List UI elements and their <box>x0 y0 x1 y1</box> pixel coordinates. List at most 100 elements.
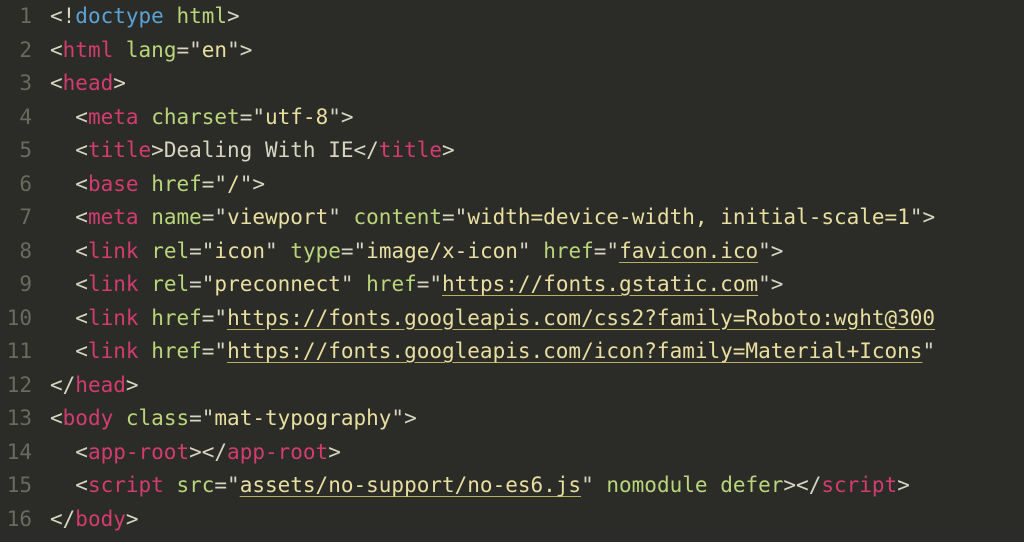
token-punct <box>139 272 152 296</box>
token-punct: </ <box>353 138 378 162</box>
token-attr: charset <box>151 105 240 129</box>
token-punct: " <box>518 239 543 263</box>
code-content[interactable]: </head> <box>50 373 1024 397</box>
token-punct: < <box>50 406 63 430</box>
token-punct: </ <box>50 373 75 397</box>
token-punct: < <box>50 38 63 62</box>
code-content[interactable]: </body> <box>50 507 1024 531</box>
token-punct: < <box>75 105 88 129</box>
token-punct <box>139 105 152 129</box>
token-punct: ></ <box>783 473 821 497</box>
code-line[interactable]: 2<html lang="en"> <box>0 38 1024 72</box>
token-string: mat-typography <box>214 406 391 430</box>
token-string: preconnect <box>214 272 340 296</box>
code-content[interactable]: <link rel="preconnect" href="https://fon… <box>50 272 1024 296</box>
code-content[interactable]: <link rel="icon" type="image/x-icon" hre… <box>50 239 1024 263</box>
token-punct: </ <box>50 507 75 531</box>
token-punct: =" <box>417 272 442 296</box>
code-line[interactable]: 9 <link rel="preconnect" href="https://f… <box>0 272 1024 306</box>
code-editor[interactable]: 1<!doctype html>2<html lang="en">3<head>… <box>0 0 1024 540</box>
token-punct: " <box>341 272 366 296</box>
token-punct: < <box>75 138 88 162</box>
line-number: 6 <box>0 172 50 196</box>
token-punct: =" <box>442 205 467 229</box>
token-attr: src <box>176 473 214 497</box>
token-punct: "> <box>227 38 252 62</box>
code-content[interactable]: <title>Dealing With IE</title> <box>50 138 1024 162</box>
token-string: https://fonts.gstatic.com <box>442 272 758 296</box>
token-punct <box>113 38 126 62</box>
line-number: 8 <box>0 239 50 263</box>
token-tag: link <box>88 239 139 263</box>
token-punct: > <box>897 473 910 497</box>
code-line[interactable]: 6 <base href="/"> <box>0 172 1024 206</box>
token-punct: < <box>75 172 88 196</box>
code-line[interactable]: 4 <meta charset="utf-8"> <box>0 105 1024 139</box>
token-punct: > <box>126 373 139 397</box>
token-string: favicon.ico <box>619 239 758 263</box>
code-content[interactable]: <app-root></app-root> <box>50 440 1024 464</box>
token-string: assets/no-support/no-es6.js <box>240 473 581 497</box>
code-line[interactable]: 1<!doctype html> <box>0 4 1024 38</box>
token-punct <box>164 4 177 28</box>
line-number: 16 <box>0 507 50 531</box>
token-tag: app-root <box>227 440 328 464</box>
code-line[interactable]: 16</body> <box>0 507 1024 541</box>
code-content[interactable]: <!doctype html> <box>50 4 1024 28</box>
line-number: 7 <box>0 205 50 229</box>
code-line[interactable]: 7 <meta name="viewport" content="width=d… <box>0 205 1024 239</box>
token-punct: < <box>75 205 88 229</box>
line-number: 14 <box>0 440 50 464</box>
code-line[interactable]: 8 <link rel="icon" type="image/x-icon" h… <box>0 239 1024 273</box>
token-punct: " <box>922 339 935 363</box>
code-line[interactable]: 15 <script src="assets/no-support/no-es6… <box>0 473 1024 507</box>
token-tag: html <box>63 38 114 62</box>
token-attr: content <box>354 205 443 229</box>
line-number: 4 <box>0 105 50 129</box>
token-punct: <! <box>50 4 75 28</box>
line-number: 3 <box>0 71 50 95</box>
token-punct: < <box>75 239 88 263</box>
code-line[interactable]: 3<head> <box>0 71 1024 105</box>
token-attr: href <box>151 172 202 196</box>
token-punct: =" <box>202 306 227 330</box>
line-number: 12 <box>0 373 50 397</box>
token-punct: =" <box>594 239 619 263</box>
token-tag: script <box>821 473 897 497</box>
token-attr: href <box>151 306 202 330</box>
token-punct <box>113 406 126 430</box>
token-punct: =" <box>202 205 227 229</box>
code-content[interactable]: <meta name="viewport" content="width=dev… <box>50 205 1024 229</box>
line-number: 10 <box>0 306 50 330</box>
token-punct: "> <box>910 205 935 229</box>
code-line[interactable]: 5 <title>Dealing With IE</title> <box>0 138 1024 172</box>
token-string: icon <box>214 239 265 263</box>
token-attr: rel <box>151 239 189 263</box>
token-tag: title <box>379 138 442 162</box>
code-line[interactable]: 10 <link href="https://fonts.googleapis.… <box>0 306 1024 340</box>
code-content[interactable]: <base href="/"> <box>50 172 1024 196</box>
token-punct: > <box>126 507 139 531</box>
token-punct: =" <box>202 339 227 363</box>
token-punct: < <box>75 339 88 363</box>
code-content[interactable]: <script src="assets/no-support/no-es6.js… <box>50 473 1024 497</box>
line-number: 9 <box>0 272 50 296</box>
token-tag: head <box>63 71 114 95</box>
token-string: https://fonts.googleapis.com/icon?family… <box>227 339 922 363</box>
code-content[interactable]: <html lang="en"> <box>50 38 1024 62</box>
code-line[interactable]: 13<body class="mat-typography"> <box>0 406 1024 440</box>
token-punct: > <box>113 71 126 95</box>
code-content[interactable]: <link href="https://fonts.googleapis.com… <box>50 306 1024 330</box>
token-punct: =" <box>240 105 265 129</box>
code-line[interactable]: 12</head> <box>0 373 1024 407</box>
code-content[interactable]: <head> <box>50 71 1024 95</box>
code-content[interactable]: <meta charset="utf-8"> <box>50 105 1024 129</box>
code-content[interactable]: <link href="https://fonts.googleapis.com… <box>50 339 1024 363</box>
token-tag: title <box>88 138 151 162</box>
token-punct: "> <box>328 105 353 129</box>
token-punct: > <box>328 440 341 464</box>
code-content[interactable]: <body class="mat-typography"> <box>50 406 1024 430</box>
code-line[interactable]: 11 <link href="https://fonts.googleapis.… <box>0 339 1024 373</box>
token-punct: > <box>151 138 164 162</box>
code-line[interactable]: 14 <app-root></app-root> <box>0 440 1024 474</box>
